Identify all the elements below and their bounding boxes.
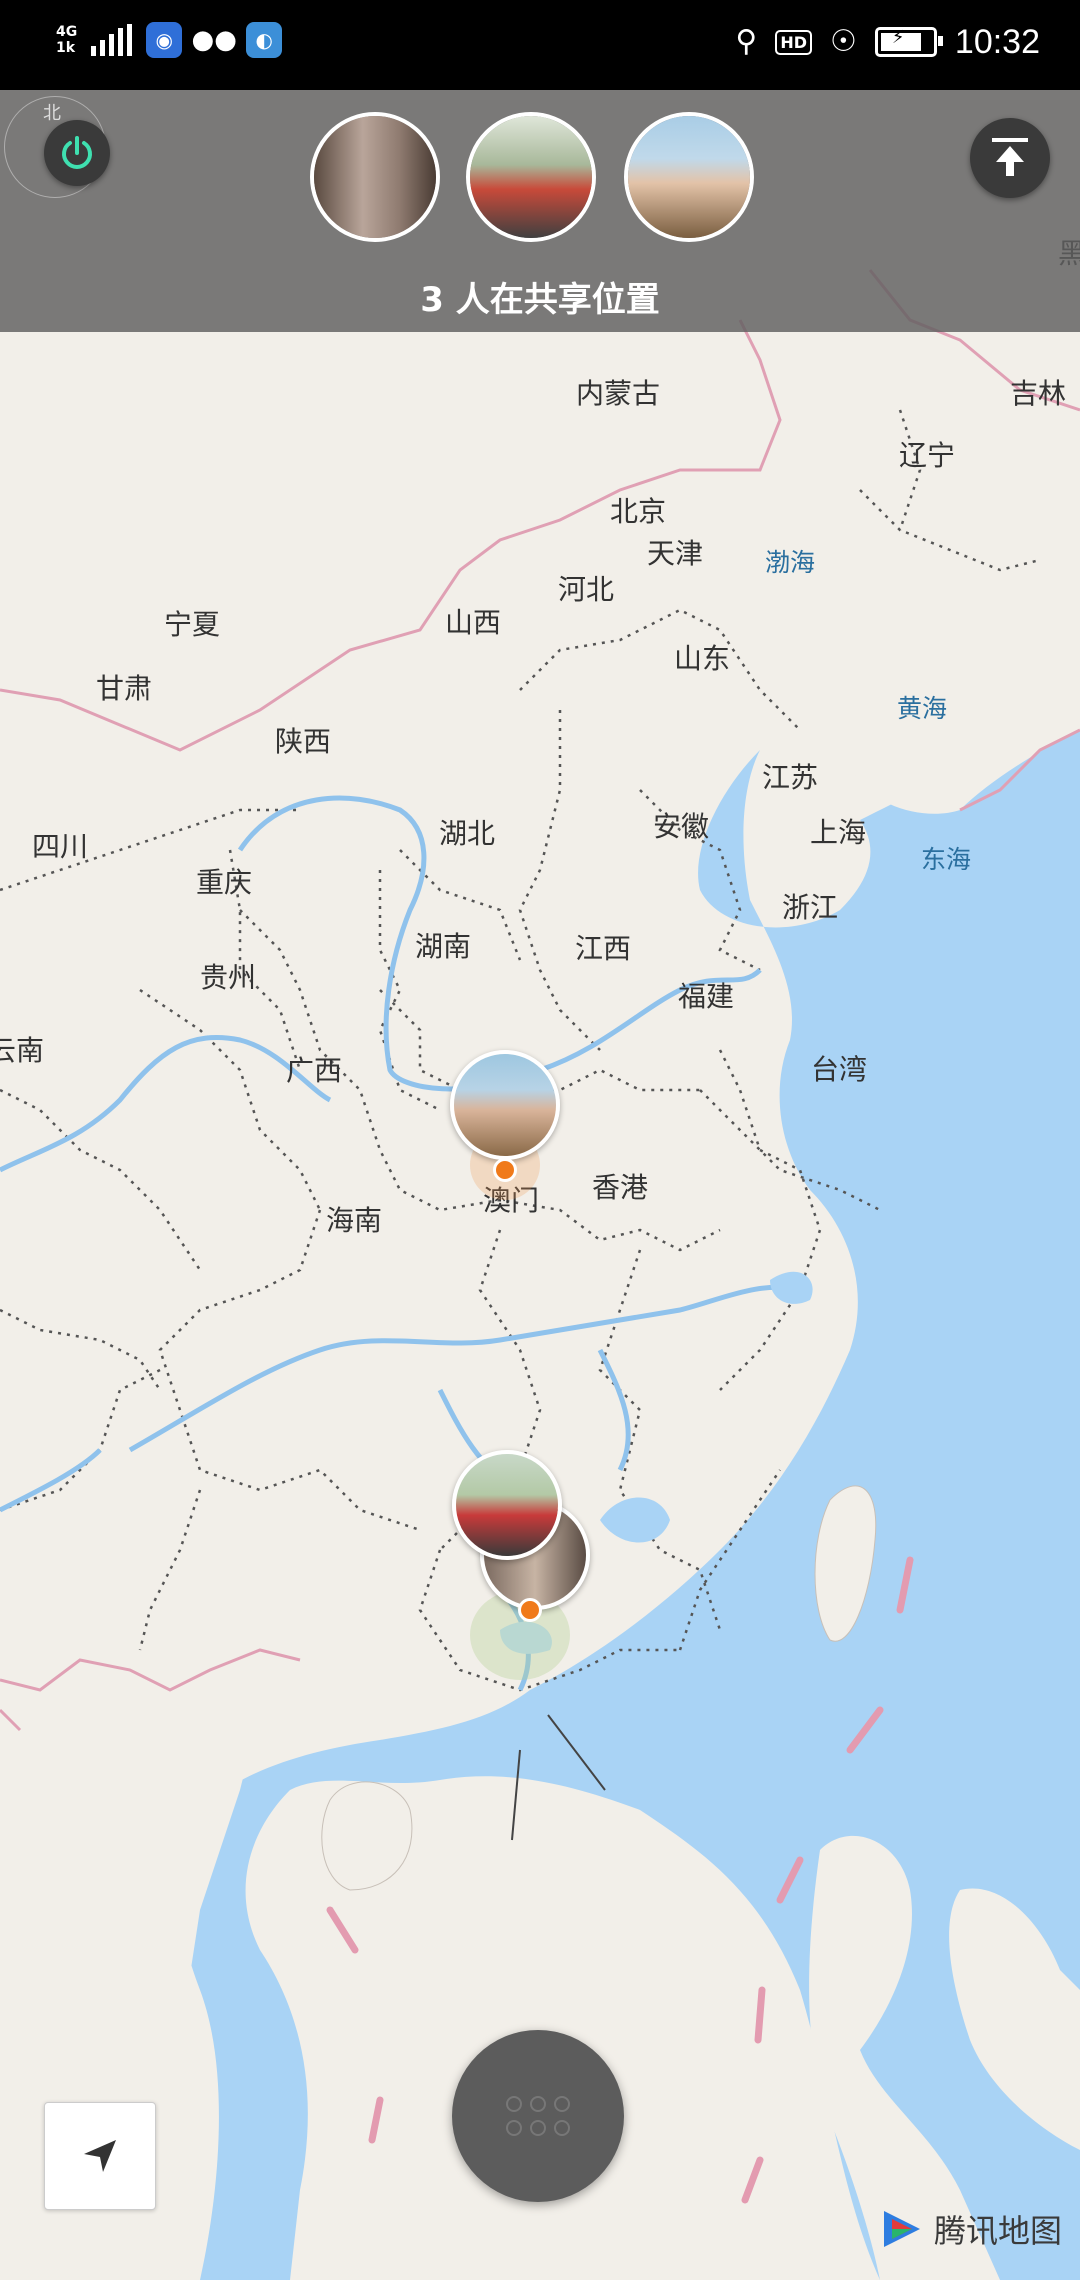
grid-icon (506, 2096, 570, 2136)
region-label: 上海 (809, 816, 867, 849)
region-label: 四川 (31, 830, 89, 863)
power-icon (62, 136, 92, 169)
region-label: 台湾 (810, 1053, 868, 1086)
wechat-icon: ●● (191, 25, 237, 55)
region-label: 山东 (673, 642, 731, 675)
sea-label: 黄海 (896, 694, 948, 723)
location-icon: ⚲ (735, 24, 758, 59)
region-label: 辽宁 (898, 439, 956, 472)
collapse-up-icon (992, 138, 1028, 176)
wifi-hotspot-icon: ◉ (146, 22, 183, 58)
region-label: 内蒙古 (575, 377, 661, 410)
map-view[interactable]: 内蒙古 吉林辽宁北京天津 渤海河北宁夏 山西山东甘肃黄海陕西江苏湖北 安徽 上海 四川 东海重… (0, 90, 1080, 2280)
hd-icon: HD (775, 29, 812, 55)
network-type: 4G 1k (56, 24, 77, 56)
region-label: 云南 (0, 1034, 45, 1067)
region-label: 湖南 (414, 930, 472, 963)
network-sub-label: 1k (56, 40, 76, 56)
clock: 10:32 (954, 22, 1040, 61)
app-icon: ◐ (246, 22, 283, 58)
navigation-arrow-icon (84, 2140, 116, 2172)
member-photo[interactable] (450, 1050, 560, 1160)
member-photo[interactable] (452, 1450, 562, 1560)
locate-me-button[interactable] (44, 2102, 156, 2210)
exit-sharing-button[interactable] (44, 120, 110, 186)
region-label: 福建 (677, 980, 735, 1013)
sea-label: 东海 (920, 845, 972, 874)
eye-icon: ☉ (830, 24, 857, 59)
avatar-1[interactable] (310, 112, 440, 242)
region-label: 海南 (325, 1204, 383, 1237)
sharing-count-text: 3 人在共享位置 (420, 280, 660, 320)
battery-icon: ⚡ (874, 27, 943, 57)
region-label: 江苏 (761, 761, 819, 794)
region-label: 河北 (557, 573, 615, 606)
collapse-button[interactable] (970, 118, 1050, 198)
network-label: 4G (56, 24, 78, 40)
region-label: 浙江 (781, 891, 839, 924)
status-right: ⚲ HD ☉ ⚡ 10:32 (735, 22, 1040, 62)
region-label: 陕西 (274, 725, 332, 758)
region-label: 湖北 (438, 817, 496, 850)
region-label: 重庆 (195, 866, 253, 899)
avatar-3[interactable] (624, 112, 754, 242)
region-label: 安徽 (652, 810, 710, 843)
brand-watermark: 腾讯地图 (878, 2205, 1062, 2253)
status-bar: 4G 1k ◉ ●● ◐ ⚲ HD ☉ ⚡ 10:32 (0, 0, 1080, 90)
location-dot (493, 1158, 517, 1182)
region-label: 山西 (444, 606, 502, 639)
region-label: 广西 (285, 1054, 343, 1087)
region-label: 甘肃 (95, 672, 153, 705)
brand-text: 腾讯地图 (933, 2212, 1062, 2250)
sea-label: 渤海 (764, 548, 816, 577)
region-label: 香港 (591, 1171, 649, 1204)
region-label: 贵州 (199, 961, 257, 994)
compass-label: 北 (43, 103, 61, 124)
region-label: 天津 (646, 537, 704, 570)
status-left: 4G 1k ◉ ●● ◐ (56, 22, 283, 58)
region-label: 江西 (574, 932, 632, 965)
avatar-2[interactable] (466, 112, 596, 242)
region-label: 宁夏 (163, 608, 221, 641)
signal-icon (91, 24, 133, 56)
region-label: 吉林 (1009, 377, 1067, 410)
menu-button[interactable] (452, 2030, 624, 2202)
region-label: 北京 (609, 495, 667, 528)
map-canvas (0, 90, 1080, 2280)
tencent-maps-logo-icon (883, 2211, 920, 2247)
location-dot (518, 1598, 542, 1622)
